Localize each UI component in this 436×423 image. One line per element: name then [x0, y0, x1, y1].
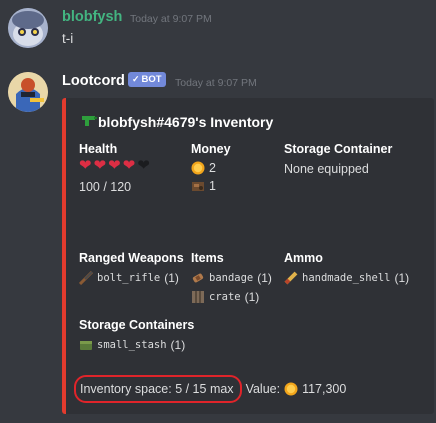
storage-container-label: Storage Container — [284, 142, 393, 156]
message-text: t-i — [62, 31, 74, 46]
item-name: crate — [209, 291, 241, 303]
avatar[interactable] — [8, 8, 48, 48]
item-name: bolt_rifle — [97, 272, 161, 284]
items-label: Items — [191, 251, 224, 265]
timestamp: Today at 9:07 PM — [175, 77, 257, 89]
coins-amount: 2 — [209, 161, 216, 175]
bandage-icon — [192, 273, 204, 283]
second-currency-amount: 1 — [209, 179, 216, 193]
username[interactable]: Lootcord — [62, 73, 125, 89]
crate-icon — [192, 291, 204, 303]
list-item: bandage (1) — [191, 271, 272, 285]
inventory-space: Inventory space: 5 / 15 max — [80, 382, 234, 396]
empty-heart-icon: ❤ — [137, 157, 150, 174]
item-count: (1) — [257, 271, 272, 285]
value-label: Value: — [245, 382, 281, 396]
avatar[interactable] — [8, 72, 48, 112]
item-count: (1) — [170, 338, 186, 352]
coin-icon — [284, 382, 298, 396]
embed-footer: Inventory space: 5 / 15 max Value: 117,3… — [80, 382, 346, 396]
ranged-weapons-label: Ranged Weapons — [79, 251, 184, 265]
heart-icon: ❤ — [79, 157, 92, 174]
money-second-currency: 1 — [191, 179, 216, 193]
list-item: crate (1) — [191, 290, 259, 304]
value-amount: 117,300 — [302, 382, 347, 396]
storage-container-value: None equipped — [284, 162, 369, 176]
inventory-embed: blobfysh#4679's Inventory Health ❤ ❤ ❤ ❤… — [62, 98, 434, 414]
list-item: small_stash (1) — [79, 338, 185, 352]
coin-icon — [191, 161, 205, 175]
health-hearts: ❤ ❤ ❤ ❤ ❤ — [79, 158, 150, 174]
username[interactable]: blobfysh — [62, 9, 122, 25]
shell-icon — [284, 271, 298, 285]
scrap-icon — [192, 182, 204, 191]
health-value: 100 / 120 — [79, 180, 132, 194]
check-icon: ✓ — [132, 74, 140, 84]
item-name: small_stash — [97, 339, 167, 351]
money-coins: 2 — [191, 161, 216, 175]
bot-badge-label: BOT — [141, 74, 162, 85]
bot-badge: ✓ BOT — [128, 72, 166, 87]
embed-title: blobfysh#4679's Inventory — [98, 114, 274, 130]
timestamp: Today at 9:07 PM — [130, 13, 212, 25]
storage-containers-label: Storage Containers — [79, 318, 195, 332]
health-label: Health — [79, 142, 118, 156]
heart-icon: ❤ — [122, 157, 136, 174]
rifle-icon — [79, 271, 93, 285]
list-item: bolt_rifle (1) — [79, 271, 179, 285]
heart-icon: ❤ — [93, 157, 107, 174]
item-name: handmade_shell — [302, 272, 391, 284]
ammo-label: Ammo — [284, 251, 323, 265]
item-count: (1) — [394, 271, 410, 285]
item-name: bandage — [209, 272, 254, 284]
stash-icon — [80, 341, 92, 350]
list-item: handmade_shell (1) — [284, 271, 409, 285]
heart-icon: ❤ — [108, 157, 121, 174]
embed-accent-bar — [62, 98, 66, 414]
money-label: Money — [191, 142, 231, 156]
item-count: (1) — [244, 290, 260, 304]
gun-icon — [82, 116, 97, 126]
item-count: (1) — [164, 271, 179, 285]
